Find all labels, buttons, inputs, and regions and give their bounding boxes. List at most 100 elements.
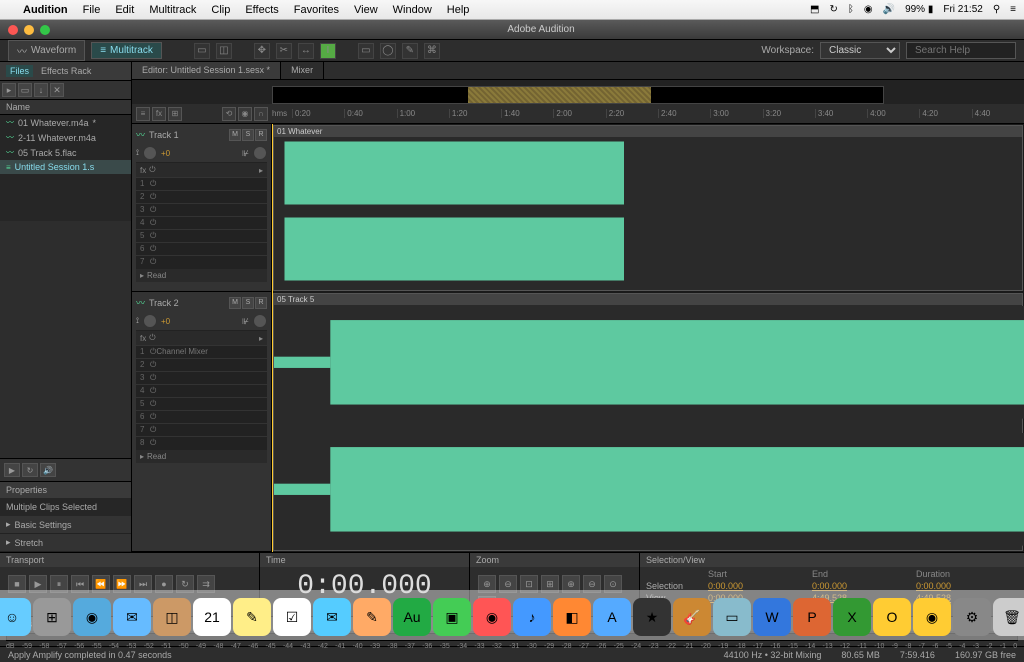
dock-outlook-icon[interactable]: O	[873, 598, 911, 636]
dropbox-icon[interactable]: ⬒	[810, 4, 819, 15]
dock-audition-icon[interactable]: Au	[393, 598, 431, 636]
fx-slot[interactable]: 4⏻	[136, 216, 267, 229]
maximize-button[interactable]	[40, 25, 50, 35]
pan-knob[interactable]	[253, 314, 267, 328]
dock-messages-icon[interactable]: ✉	[313, 598, 351, 636]
overview-timeline[interactable]	[272, 86, 884, 104]
expand-icon[interactable]: ▸	[140, 452, 144, 461]
fx-power-icon[interactable]: ⏻	[149, 333, 155, 343]
clock[interactable]: Fri 21:52	[943, 4, 982, 15]
tool-rect[interactable]: ▭	[358, 43, 374, 59]
timeline-ruler[interactable]: 0:200:40 1:001:20 1:402:00 2:202:40 3:00…	[292, 109, 1024, 118]
fx-expand-icon[interactable]: ▸	[259, 334, 263, 343]
tool-lasso[interactable]: ◯	[380, 43, 396, 59]
menu-view[interactable]: View	[354, 4, 378, 16]
dock-finder-icon[interactable]: ☺	[0, 598, 31, 636]
track-tool-headphone[interactable]: ∩	[254, 107, 268, 121]
sync-icon[interactable]: ↻	[829, 4, 837, 15]
dock-contacts-icon[interactable]: ◫	[153, 598, 191, 636]
volume-icon[interactable]: 🔊	[883, 4, 895, 15]
tool-brush[interactable]: ✎	[402, 43, 418, 59]
automation-mode[interactable]: Read	[147, 452, 166, 461]
fx-slot[interactable]: 5⏻	[136, 397, 267, 410]
file-row[interactable]: ≡Untitled Session 1.s	[0, 160, 131, 174]
properties-stretch[interactable]: ▸Stretch	[0, 534, 131, 552]
dock-reminders-icon[interactable]: ☑	[273, 598, 311, 636]
fx-expand-icon[interactable]: ▸	[259, 166, 263, 175]
dock-pages-icon[interactable]: ✎	[353, 598, 391, 636]
tab-files[interactable]: Files	[6, 65, 33, 77]
volume-knob[interactable]	[143, 146, 157, 160]
app-menu[interactable]: Audition	[23, 4, 68, 16]
fx-slot[interactable]: 1⏻ Channel Mixer	[136, 345, 267, 358]
dock-garageband-icon[interactable]: 🎸	[673, 598, 711, 636]
dock-preview-icon[interactable]: ▭	[713, 598, 751, 636]
tool-spot-healing[interactable]: ▭	[194, 43, 210, 59]
fx-slot[interactable]: 2⏻	[136, 358, 267, 371]
tab-effects-rack[interactable]: Effects Rack	[37, 65, 95, 77]
fx-slot[interactable]: 6⏻	[136, 242, 267, 255]
volume-value[interactable]: +0	[161, 149, 170, 158]
mute-button[interactable]: M	[229, 297, 241, 309]
wifi-icon[interactable]: ◉	[864, 4, 873, 15]
multitrack-mode-button[interactable]: ≡Multitrack	[91, 42, 162, 59]
audio-clip-1[interactable]: 01 Whatever	[273, 125, 1023, 291]
playhead[interactable]	[272, 124, 273, 552]
files-new-button[interactable]: ▸	[2, 83, 16, 97]
fx-slot[interactable]: 7⏻	[136, 255, 267, 268]
track-tool-send[interactable]: ⊞	[168, 107, 182, 121]
tool-razor[interactable]: ✂	[276, 43, 292, 59]
file-row[interactable]: 〰2-11 Whatever.m4a	[0, 130, 131, 145]
tool-move[interactable]: ✥	[254, 43, 270, 59]
dock-safari-icon[interactable]: ◉	[73, 598, 111, 636]
fx-slot[interactable]: 7⏻	[136, 423, 267, 436]
workspace-dropdown[interactable]: Classic	[820, 42, 900, 59]
dock-itunes-icon[interactable]: ♪	[513, 598, 551, 636]
volume-value[interactable]: +0	[161, 317, 170, 326]
files-import-button[interactable]: ↓	[34, 83, 48, 97]
menu-multitrack[interactable]: Multitrack	[149, 4, 196, 16]
tool-stamp[interactable]: ⌘	[424, 43, 440, 59]
menu-favorites[interactable]: Favorites	[294, 4, 339, 16]
dock-excel-icon[interactable]: X	[833, 598, 871, 636]
spotlight-icon[interactable]: ⚲	[993, 4, 1000, 15]
close-button[interactable]	[8, 25, 18, 35]
fx-slot[interactable]: 5⏻	[136, 229, 267, 242]
menu-edit[interactable]: Edit	[115, 4, 134, 16]
dock-calendar-icon[interactable]: 21	[193, 598, 231, 636]
track-tool-1[interactable]: ≡	[136, 107, 150, 121]
track-name[interactable]: Track 1	[149, 130, 179, 140]
tool-time-select[interactable]: I	[320, 43, 336, 59]
dock-notes-icon[interactable]: ✎	[233, 598, 271, 636]
dock-photobooth-icon[interactable]: ◉	[473, 598, 511, 636]
files-open-button[interactable]: ▭	[18, 83, 32, 97]
dock-trash-icon[interactable]: 🗑	[993, 598, 1024, 636]
automation-mode[interactable]: Read	[147, 271, 166, 280]
volume-knob[interactable]	[143, 314, 157, 328]
menu-file[interactable]: File	[83, 4, 101, 16]
dock-facetime-icon[interactable]: ▣	[433, 598, 471, 636]
files-name-header[interactable]: Name	[0, 100, 131, 115]
expand-icon[interactable]: ▸	[140, 271, 144, 280]
properties-basic-settings[interactable]: ▸Basic Settings	[0, 516, 131, 534]
bluetooth-icon[interactable]: ᛒ	[848, 4, 854, 15]
menu-window[interactable]: Window	[393, 4, 432, 16]
tool-slip[interactable]: ↔	[298, 43, 314, 59]
battery-status[interactable]: 99% ▮	[905, 4, 933, 15]
fx-slot[interactable]: 8⏻	[136, 436, 267, 449]
dock-word-icon[interactable]: W	[753, 598, 791, 636]
preview-autoplay-button[interactable]: 🔊	[40, 463, 56, 477]
search-help-input[interactable]	[906, 42, 1016, 59]
file-row[interactable]: 〰05 Track 5.flac	[0, 145, 131, 160]
fx-power-icon[interactable]: ⏻	[149, 165, 155, 175]
fx-slot[interactable]: 4⏻	[136, 384, 267, 397]
menu-clip[interactable]: Clip	[211, 4, 230, 16]
pan-knob[interactable]	[253, 146, 267, 160]
tool-marquee[interactable]: ◫	[216, 43, 232, 59]
fx-slot[interactable]: 3⏻	[136, 371, 267, 384]
track-tool-eq[interactable]: ⟲	[222, 107, 236, 121]
dock-settings-icon[interactable]: ⚙	[953, 598, 991, 636]
track-name[interactable]: Track 2	[149, 298, 179, 308]
fx-slot[interactable]: 1⏻	[136, 177, 267, 190]
track-tool-monitor[interactable]: ◉	[238, 107, 252, 121]
